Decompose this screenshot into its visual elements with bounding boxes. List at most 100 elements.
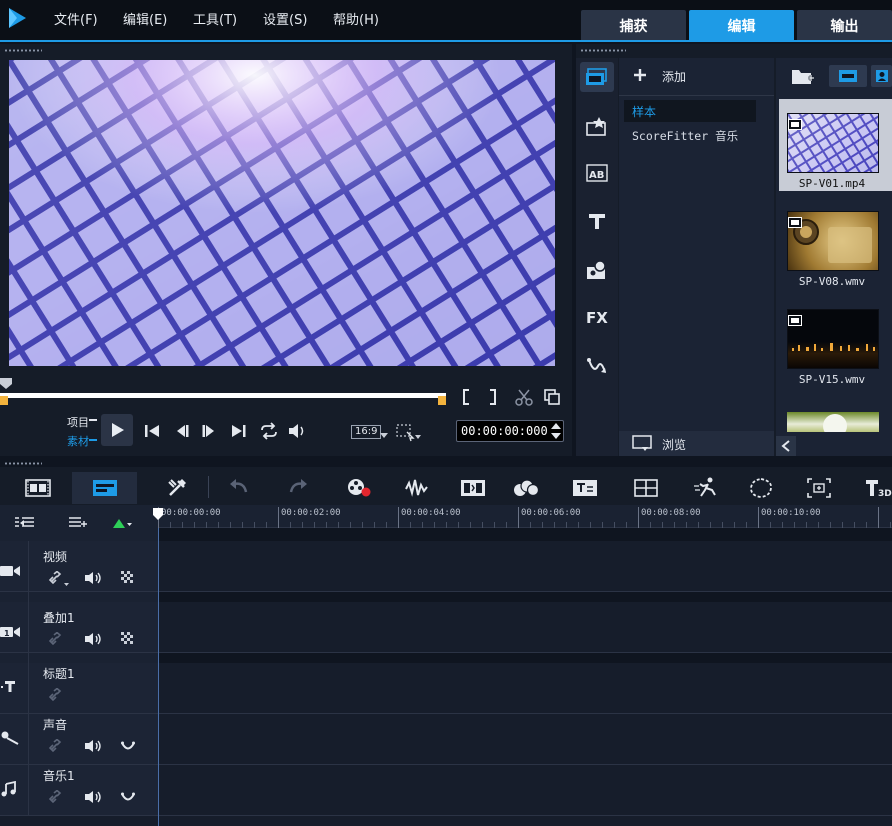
- add-icon[interactable]: [633, 68, 647, 82]
- ruler-tick-label: 00:00:08:00: [641, 508, 701, 518]
- aspect-ratio-dropdown[interactable]: 16:9: [351, 425, 382, 439]
- mute-volume-icon[interactable]: [84, 790, 104, 804]
- fx-filter-icon[interactable]: FX: [586, 309, 608, 327]
- 3d-title-editor-icon[interactable]: 3D: [864, 477, 892, 499]
- mark-out-icon[interactable]: [488, 388, 498, 406]
- redo-icon[interactable]: [287, 478, 309, 498]
- library-item-scorefitter[interactable]: ScoreFitter 音乐: [624, 125, 756, 147]
- audio-ducking-icon[interactable]: [121, 791, 135, 803]
- tab-capture[interactable]: 捕获: [581, 10, 686, 41]
- transparency-icon[interactable]: [121, 632, 135, 646]
- cue-marker-icon[interactable]: [111, 516, 133, 530]
- track-header: [0, 714, 158, 764]
- home-icon[interactable]: [144, 423, 160, 439]
- panel-grip[interactable]: [4, 49, 42, 52]
- playhead-line: [158, 528, 159, 826]
- show-videos-button[interactable]: [829, 65, 867, 87]
- track-lane[interactable]: [158, 602, 892, 652]
- panel-grip[interactable]: [4, 462, 42, 465]
- track-lane[interactable]: [158, 765, 892, 815]
- motion-tracking-icon[interactable]: [806, 477, 832, 499]
- repeat-icon[interactable]: [259, 422, 279, 440]
- music-note-icon: [0, 781, 18, 797]
- audio-ducking-icon[interactable]: [121, 740, 135, 752]
- video-preview: [9, 60, 555, 366]
- tab-share[interactable]: 输出: [797, 10, 892, 41]
- title-icon[interactable]: [587, 211, 607, 231]
- tools-icon[interactable]: [166, 477, 188, 499]
- photo-filter-icon: [875, 70, 888, 82]
- track-lane[interactable]: [158, 714, 892, 764]
- track-header: [0, 663, 158, 713]
- video-badge-icon: [788, 315, 802, 326]
- copy-clip-icon[interactable]: [543, 388, 561, 406]
- multi-camera-icon[interactable]: [633, 478, 659, 498]
- ripple-link-icon[interactable]: [48, 790, 64, 806]
- track-lane[interactable]: [158, 663, 892, 713]
- menu-file[interactable]: 文件(F): [54, 9, 98, 28]
- mute-volume-icon[interactable]: [84, 632, 104, 646]
- undo-icon[interactable]: [228, 478, 250, 498]
- video-track-icon: [0, 563, 22, 579]
- path-motion-icon[interactable]: [586, 356, 608, 376]
- thumbnail-sp-v15[interactable]: SP-V15.wmv: [779, 295, 892, 387]
- mask-creator-icon[interactable]: [748, 477, 774, 499]
- timecode-stepper[interactable]: [549, 420, 563, 442]
- mute-volume-icon[interactable]: [84, 571, 104, 585]
- scrub-bar[interactable]: [0, 378, 572, 408]
- play-button[interactable]: [101, 414, 133, 446]
- record-capture-icon[interactable]: [346, 477, 372, 499]
- auto-music-icon[interactable]: [460, 477, 486, 499]
- library-item-samples[interactable]: 样本: [624, 100, 756, 122]
- import-folder-icon[interactable]: [791, 66, 815, 86]
- track-label-video: 视频: [43, 550, 68, 564]
- playhead-handle[interactable]: [152, 507, 164, 521]
- transition-icon[interactable]: AB: [586, 163, 608, 183]
- storyboard-view-icon[interactable]: [25, 478, 51, 498]
- subtitle-editor-icon[interactable]: [572, 478, 598, 498]
- panel-grip[interactable]: [580, 49, 626, 52]
- multi-effects-icon[interactable]: [512, 477, 540, 499]
- collapse-panel-button[interactable]: [776, 436, 796, 456]
- instant-project-icon[interactable]: [585, 115, 609, 137]
- scissors-icon[interactable]: [514, 388, 534, 406]
- mute-volume-icon[interactable]: [84, 739, 104, 753]
- browse-button[interactable]: 浏览: [662, 436, 686, 453]
- menu-tools[interactable]: 工具(T): [193, 9, 237, 28]
- show-photos-button[interactable]: [871, 65, 892, 87]
- clip-mode-label[interactable]: 素材: [67, 433, 89, 449]
- timeline-view-icon: [92, 478, 118, 498]
- end-icon[interactable]: [231, 423, 247, 439]
- thumbnail-partial[interactable]: [787, 412, 879, 432]
- ripple-link-icon[interactable]: [48, 571, 70, 587]
- track-manager-icon[interactable]: [14, 516, 36, 530]
- previous-frame-icon[interactable]: [174, 423, 190, 439]
- tab-edit[interactable]: 编辑: [689, 10, 794, 41]
- thumbnail-sp-v08[interactable]: SP-V08.wmv: [779, 197, 892, 289]
- ripple-link-icon[interactable]: [48, 632, 64, 648]
- ruler-tick-label: 00:00:06:00: [521, 508, 581, 518]
- thumbnail-sp-v01[interactable]: SP-V01.mp4: [779, 99, 892, 191]
- menu-settings[interactable]: 设置(S): [263, 9, 307, 28]
- chevron-down-icon: [380, 433, 388, 439]
- ripple-link-icon[interactable]: [48, 688, 64, 704]
- menu-help[interactable]: 帮助(H): [333, 9, 379, 28]
- sound-mixer-icon[interactable]: [404, 477, 430, 499]
- graphics-icon[interactable]: [585, 259, 609, 281]
- track-title: [0, 663, 892, 714]
- transparency-icon[interactable]: [121, 571, 135, 585]
- selection-tool-icon[interactable]: [396, 423, 422, 443]
- project-mode-label[interactable]: 项目: [67, 414, 89, 430]
- menu-edit[interactable]: 编辑(E): [123, 9, 167, 28]
- add-folder-button[interactable]: 添加: [662, 68, 686, 85]
- ripple-link-icon[interactable]: [48, 739, 64, 755]
- timecode-display[interactable]: 00:00:00:000: [456, 420, 564, 442]
- time-remapping-icon[interactable]: [693, 476, 719, 498]
- chapter-point-icon[interactable]: [67, 516, 89, 530]
- overlay-track-icon: 1: [0, 624, 22, 640]
- media-library-button[interactable]: [580, 62, 614, 92]
- mark-in-icon[interactable]: [461, 388, 471, 406]
- next-frame-icon[interactable]: [201, 423, 217, 439]
- volume-icon[interactable]: [287, 422, 307, 440]
- track-lane[interactable]: [158, 541, 892, 591]
